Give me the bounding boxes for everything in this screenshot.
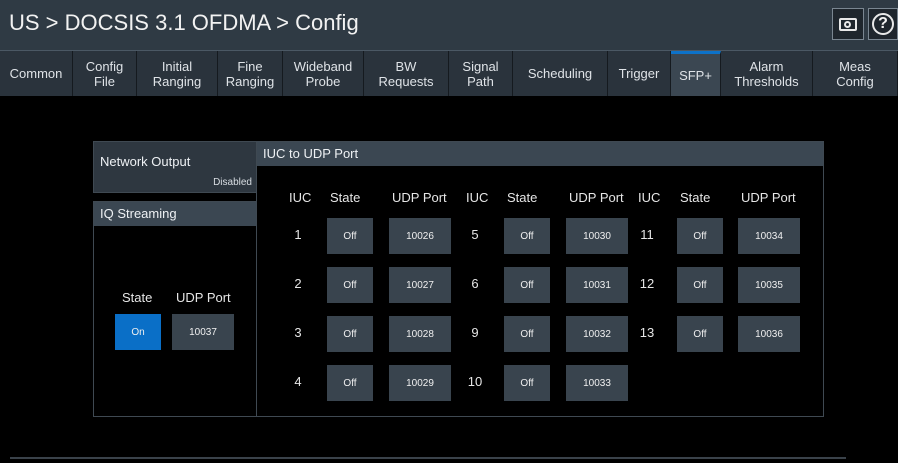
iq-state-toggle[interactable]: On <box>115 314 161 350</box>
column-header-state: State <box>507 190 538 205</box>
title-bar: US > DOCSIS 3.1 OFDMA > Config ? <box>0 0 898 51</box>
tab-label: Initial Ranging <box>152 58 202 89</box>
iuc-udp-port-field[interactable]: 10031 <box>566 267 628 303</box>
iuc-number: 12 <box>639 276 655 291</box>
iq-streaming-title: IQ Streaming <box>94 202 256 226</box>
iuc-udp-port-field[interactable]: 10034 <box>738 218 800 254</box>
iuc-number: 6 <box>471 276 479 291</box>
iuc-udp-port-field[interactable]: 10030 <box>566 218 628 254</box>
tab-label: Signal Path <box>462 58 499 89</box>
tab-scheduling[interactable]: Scheduling <box>513 51 608 96</box>
iuc-number: 11 <box>640 227 654 242</box>
iuc-number: 3 <box>294 325 302 340</box>
iq-streaming-panel: IQ Streaming State UDP Port On 10037 <box>93 201 257 417</box>
iuc-number: 9 <box>471 325 479 340</box>
iuc-state-toggle[interactable]: Off <box>504 218 550 254</box>
tab-label: Common <box>9 66 63 81</box>
iuc-udp-port-field[interactable]: 10035 <box>738 267 800 303</box>
iuc-udp-port-field[interactable]: 10026 <box>389 218 451 254</box>
tab-signal-path[interactable]: Signal Path <box>449 51 513 96</box>
iq-udp-port-field[interactable]: 10037 <box>172 314 234 350</box>
iuc-udp-port-field[interactable]: 10036 <box>738 316 800 352</box>
iuc-number: 2 <box>294 276 302 291</box>
tab-label: Wideband Probe <box>293 58 353 89</box>
iuc-udp-port-field[interactable]: 10032 <box>566 316 628 352</box>
iuc-state-toggle[interactable]: Off <box>504 316 550 352</box>
column-header-port: UDP Port <box>569 190 624 205</box>
iuc-state-toggle[interactable]: Off <box>327 218 373 254</box>
iq-port-header: UDP Port <box>176 290 231 305</box>
column-header-state: State <box>330 190 361 205</box>
iuc-udp-port-field[interactable]: 10028 <box>389 316 451 352</box>
screenshot-button[interactable] <box>832 8 864 40</box>
iuc-state-toggle[interactable]: Off <box>677 316 723 352</box>
tab-label: Alarm Thresholds <box>734 58 799 89</box>
iuc-udp-port-field[interactable]: 10029 <box>389 365 451 401</box>
column-header-state: State <box>680 190 711 205</box>
tab-bw-requests[interactable]: BW Requests <box>364 51 449 96</box>
tab-label: Config File <box>85 58 124 89</box>
tab-label: Meas Config <box>836 58 874 89</box>
column-header-iuc: IUC <box>466 190 489 205</box>
tab-bar: Common Config File Initial Ranging Fine Ran… <box>0 51 898 96</box>
iuc-number: 13 <box>639 325 655 340</box>
iuc-udp-port-panel: IUC to UDP Port IUC State UDP Port 1 Off 1002… <box>256 141 824 417</box>
tab-label: Scheduling <box>527 66 593 81</box>
help-button[interactable]: ? <box>868 8 898 40</box>
column-header-iuc: IUC <box>289 190 312 205</box>
iuc-udp-port-field[interactable]: 10027 <box>389 267 451 303</box>
network-output-panel[interactable]: Network Output Disabled <box>93 141 257 193</box>
iuc-state-toggle[interactable]: Off <box>504 365 550 401</box>
network-output-value: Disabled <box>213 177 252 188</box>
iuc-number: 1 <box>294 227 302 242</box>
page-title: US > DOCSIS 3.1 OFDMA > Config <box>9 10 359 35</box>
column-header-port: UDP Port <box>741 190 796 205</box>
iuc-panel-title: IUC to UDP Port <box>257 142 823 166</box>
tab-meas-config[interactable]: Meas Config <box>813 51 898 96</box>
tab-label: Trigger <box>618 66 660 81</box>
iuc-state-toggle[interactable]: Off <box>327 267 373 303</box>
tab-label: Fine Ranging <box>225 58 275 89</box>
iuc-number: 4 <box>294 374 302 389</box>
column-header-port: UDP Port <box>392 190 447 205</box>
iuc-number: 10 <box>467 374 483 389</box>
help-icon: ? <box>872 13 894 35</box>
tab-trigger[interactable]: Trigger <box>608 51 671 96</box>
column-header-iuc: IUC <box>638 190 661 205</box>
iuc-state-toggle[interactable]: Off <box>327 316 373 352</box>
iuc-state-toggle[interactable]: Off <box>504 267 550 303</box>
network-output-label: Network Output <box>100 154 191 169</box>
tab-label: SFP+ <box>679 67 712 83</box>
tab-sfpplus[interactable]: SFP+ <box>671 51 721 96</box>
iuc-state-toggle[interactable]: Off <box>327 365 373 401</box>
tab-initial-ranging[interactable]: Initial Ranging <box>137 51 218 96</box>
tab-label: BW Requests <box>378 58 434 89</box>
tab-alarm-thresholds[interactable]: Alarm Thresholds <box>721 51 813 96</box>
camera-icon <box>839 17 857 31</box>
bottom-divider <box>10 457 846 459</box>
iuc-udp-port-field[interactable]: 10033 <box>566 365 628 401</box>
tab-fine-ranging[interactable]: Fine Ranging <box>218 51 283 96</box>
iuc-state-toggle[interactable]: Off <box>677 218 723 254</box>
tab-wideband-probe[interactable]: Wideband Probe <box>283 51 364 96</box>
iuc-number: 5 <box>471 227 479 242</box>
tab-common[interactable]: Common <box>0 51 73 96</box>
iuc-state-toggle[interactable]: Off <box>677 267 723 303</box>
iq-state-header: State <box>122 290 153 305</box>
tab-config-file[interactable]: Config File <box>73 51 137 96</box>
